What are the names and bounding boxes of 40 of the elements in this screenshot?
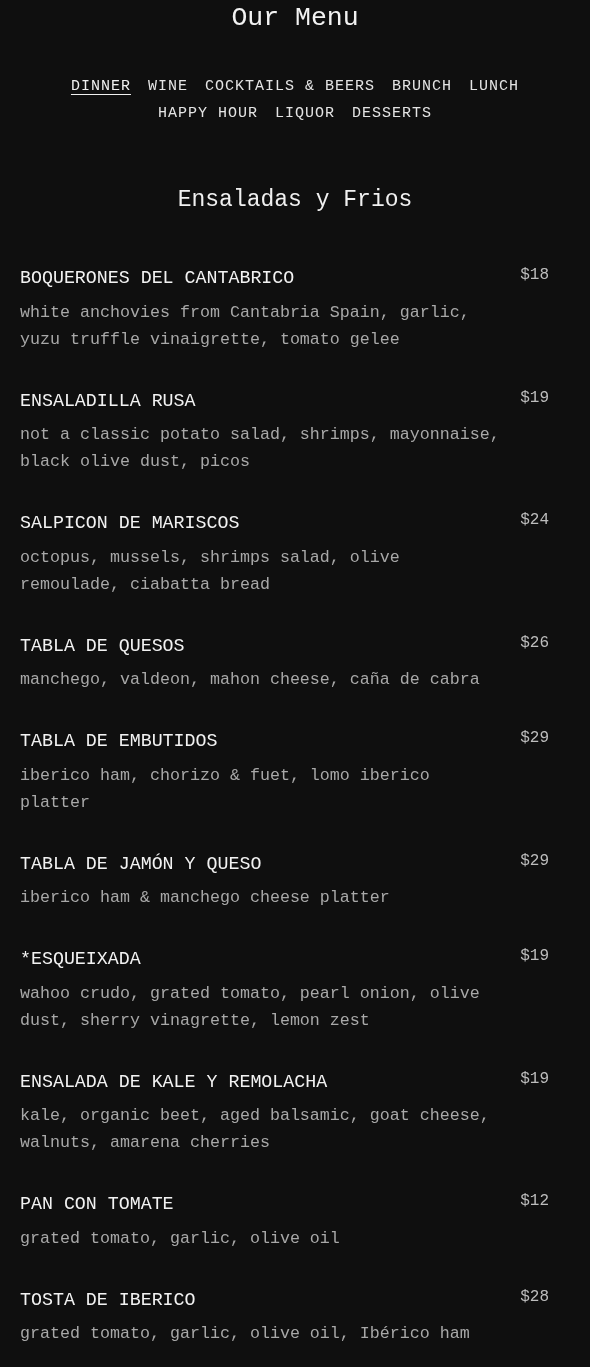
dish-price: $19 — [520, 946, 549, 967]
dish-name: ENSALADILLA RUSA — [20, 389, 196, 413]
dish-price: $29 — [520, 728, 549, 749]
dish-price: $12 — [520, 1191, 549, 1212]
dish-name: ENSALADA DE KALE Y REMOLACHA — [20, 1070, 328, 1094]
menu-title: Our Menu — [230, 2, 360, 35]
dish-description: white anchovies from Cantabria Spain, garlic, yuzu truffle vinaigrette, tomato gelee — [20, 301, 471, 351]
dish-description: grated tomato, garlic, olive oil — [20, 1227, 341, 1250]
dish-description: kale, organic beet, aged balsamic, goat cheese, walnuts, amarena cherries — [20, 1105, 491, 1154]
menu-tab[interactable]: COCKTAILS & BEERS — [205, 73, 375, 100]
menu-tab[interactable]: LIQUOR — [275, 100, 335, 127]
dish-description: wahoo crudo, grated tomato, pearl onion, olive dust, sherry vinagrette, lemon zest — [20, 982, 481, 1032]
dish-price: $18 — [520, 265, 549, 286]
dish-description: not a classic potato salad, shrimps, mayonnaise, black olive dust, picos — [20, 424, 501, 473]
dish-name: TABLA DE QUESOS — [20, 634, 185, 658]
menu-tab[interactable]: LUNCH — [469, 73, 520, 100]
dish-description: iberico ham, chorizo & fuet, lomo iberico platter — [20, 764, 431, 814]
dish-description: iberico ham & manchego cheese platter — [20, 887, 391, 909]
menu-tab[interactable]: BRUNCH — [392, 73, 453, 100]
dish-name: PAN CON TOMATE — [20, 1193, 174, 1216]
dish-price: $19 — [520, 387, 549, 409]
dish-price: $28 — [520, 1286, 549, 1308]
section-heading: Ensaladas y Frios — [176, 186, 414, 215]
dish-price: $29 — [520, 850, 549, 872]
dish-name: SALPICON DE MARISCOS — [20, 512, 240, 535]
dish-name: TABLA DE JAMÓN Y QUESO — [20, 852, 262, 876]
menu-tab[interactable]: DINNER — [70, 73, 131, 100]
dish-description: manchego, valdeon, mahon cheese, caña de cabra — [20, 669, 481, 691]
dish-description: octopus, mussels, shrimps salad, olive remoulade, ciabatta bread — [20, 546, 401, 596]
dish-name: TABLA DE EMBUTIDOS — [20, 730, 218, 753]
dish-name: BOQUERONES DEL CANTABRICO — [20, 267, 295, 290]
dish-description: grated tomato, garlic, olive oil, Ibérico ham — [20, 1323, 471, 1345]
dish-price: $24 — [520, 510, 549, 531]
dish-name: *ESQUEIXADA — [20, 948, 141, 971]
dish-name: TOSTA DE IBERICO — [20, 1288, 196, 1312]
menu-tab[interactable]: DESSERTS — [352, 100, 432, 127]
dish-price: $19 — [520, 1068, 549, 1090]
dish-price: $26 — [520, 632, 549, 654]
menu-tab[interactable]: WINE — [147, 73, 188, 100]
menu-tab[interactable]: HAPPY HOUR — [157, 100, 258, 127]
